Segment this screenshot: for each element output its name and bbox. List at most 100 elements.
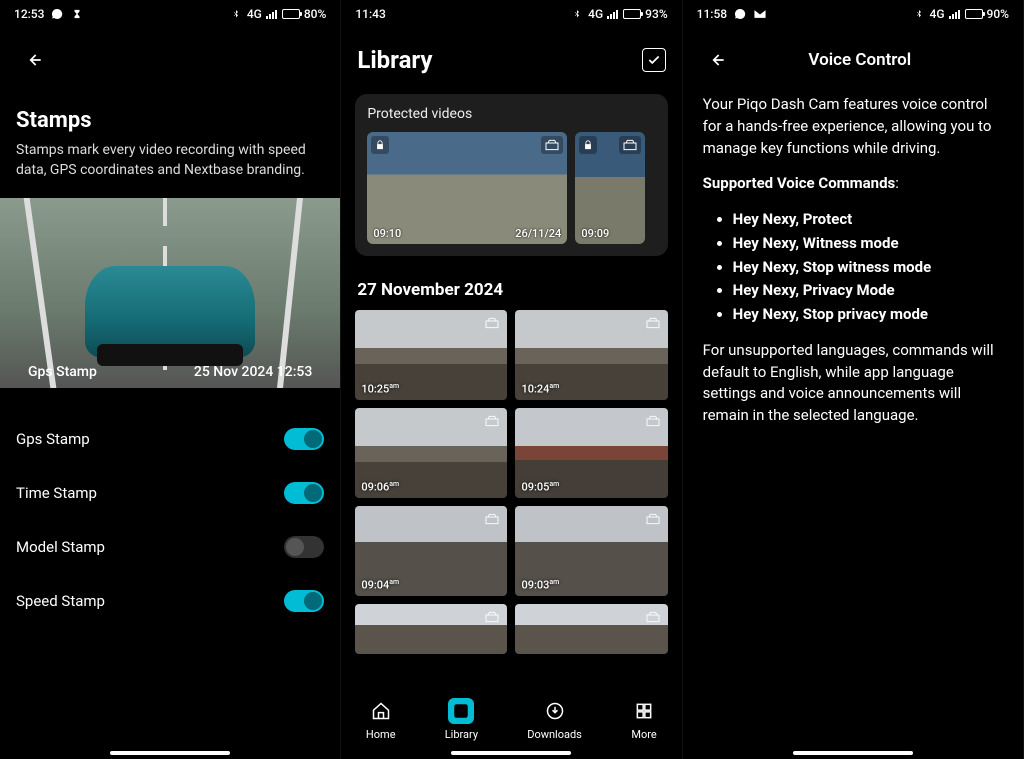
video-thumb[interactable]: 09:05am (515, 408, 667, 498)
home-indicator[interactable] (110, 751, 230, 755)
status-bar: 11:58 4G 90% (683, 0, 1023, 28)
voice-commands-list: Hey Nexy, Protect Hey Nexy, Witness mode… (703, 209, 1003, 326)
signal-icon (266, 9, 278, 19)
lock-icon (371, 136, 389, 154)
back-button[interactable] (16, 42, 52, 78)
toggle-speed-stamp[interactable] (284, 590, 324, 612)
tab-bar: Home Library Downloads More (341, 687, 681, 759)
dashcam-icon (541, 136, 563, 154)
battery-percent: 80% (304, 7, 326, 21)
video-thumb[interactable]: 10:25am (355, 310, 507, 400)
play-icon (448, 698, 474, 724)
screen-library: 11:43 4G 93% Library Protected videos (341, 0, 682, 759)
dashcam-icon (481, 412, 503, 430)
voice-command: Hey Nexy, Privacy Mode (733, 280, 1003, 302)
video-thumb[interactable]: 09:04am (355, 506, 507, 596)
arrow-back-icon (24, 50, 44, 70)
voice-body: Your Piqo Dash Cam features voice contro… (683, 86, 1023, 449)
dashcam-icon (481, 510, 503, 528)
signal-icon (607, 9, 619, 19)
hero-image: Gps Stamp 25 Nov 2024 12:53 (0, 198, 340, 388)
toggle-list: Gps Stamp Time Stamp Model Stamp Speed S… (16, 412, 324, 628)
section-date: 27 November 2024 (357, 280, 665, 300)
toggle-label: Time Stamp (16, 484, 97, 502)
video-thumb[interactable]: 09:06am (355, 408, 507, 498)
tab-downloads[interactable]: Downloads (527, 698, 582, 741)
bluetooth-icon (570, 7, 584, 21)
video-thumb[interactable]: 10:24am (515, 310, 667, 400)
protected-title: Protected videos (367, 106, 655, 122)
bluetooth-icon (229, 7, 243, 21)
voice-command: Hey Nexy, Stop privacy mode (733, 304, 1003, 326)
video-thumb[interactable] (515, 604, 667, 654)
checkmark-icon (647, 53, 661, 67)
toggle-label: Model Stamp (16, 538, 105, 556)
tab-label: Home (366, 728, 396, 741)
dashcam-icon (481, 314, 503, 332)
dashcam-icon (481, 608, 503, 626)
voice-intro: Your Piqo Dash Cam features voice contro… (703, 94, 1003, 159)
whatsapp-icon (733, 7, 747, 21)
dashcam-icon (642, 412, 664, 430)
tab-more[interactable]: More (631, 698, 657, 741)
dashcam-icon (642, 608, 664, 626)
voice-command: Hey Nexy, Stop witness mode (733, 257, 1003, 279)
home-indicator[interactable] (451, 751, 571, 755)
battery-percent: 93% (645, 7, 667, 21)
supported-label: Supported Voice Commands: (703, 173, 1003, 195)
protected-video-side[interactable]: 09:09 (575, 132, 645, 244)
tab-label: More (631, 728, 656, 741)
thumb-time: 09:09 (581, 227, 609, 240)
whatsapp-icon (50, 7, 64, 21)
tab-label: Library (445, 728, 478, 741)
thumb-date: 26/11/24 (515, 227, 561, 240)
hourglass-icon (70, 7, 84, 21)
toggle-label: Speed Stamp (16, 592, 105, 610)
voice-command: Hey Nexy, Witness mode (733, 233, 1003, 255)
dashcam-icon (642, 510, 664, 528)
select-button[interactable] (642, 48, 666, 72)
status-time: 12:53 (14, 7, 44, 21)
battery-icon (623, 9, 641, 19)
protected-video-main[interactable]: 09:10 26/11/24 (367, 132, 567, 244)
dashcam-icon (619, 136, 641, 154)
thumb-time: 09:05am (521, 480, 559, 494)
status-bar: 12:53 4G 80% (0, 0, 340, 28)
toggle-row-gps: Gps Stamp (16, 412, 324, 466)
tab-library[interactable]: Library (445, 698, 478, 741)
toggle-time-stamp[interactable] (284, 482, 324, 504)
toggle-model-stamp[interactable] (284, 536, 324, 558)
toggle-gps-stamp[interactable] (284, 428, 324, 450)
status-bar: 11:43 4G 93% (341, 0, 681, 28)
screen-stamps: 12:53 4G 80% Stamps Stamps mark every vi… (0, 0, 341, 759)
home-indicator[interactable] (793, 751, 913, 755)
car-illustration (85, 266, 255, 358)
signal-icon (949, 9, 961, 19)
library-header: Library (341, 28, 681, 84)
hero-stamp-right: 25 Nov 2024 12:53 (194, 364, 312, 380)
thumb-time: 10:24am (521, 382, 559, 396)
status-time: 11:43 (355, 7, 385, 21)
tab-label: Downloads (527, 728, 582, 741)
video-thumb[interactable] (355, 604, 507, 654)
thumb-time: 09:03am (521, 578, 559, 592)
more-icon (631, 698, 657, 724)
toggle-row-speed: Speed Stamp (16, 574, 324, 628)
network-label: 4G (930, 7, 945, 21)
thumb-time: 10:25am (361, 382, 399, 396)
download-icon (542, 698, 568, 724)
status-time: 11:58 (697, 7, 727, 21)
dashcam-icon (642, 314, 664, 332)
tab-home[interactable]: Home (366, 698, 396, 741)
voice-command: Hey Nexy, Protect (733, 209, 1003, 231)
toggle-row-model: Model Stamp (16, 520, 324, 574)
voice-footer: For unsupported languages, commands will… (703, 340, 1003, 427)
bluetooth-icon (912, 7, 926, 21)
lock-icon (579, 136, 597, 154)
video-thumb[interactable]: 09:03am (515, 506, 667, 596)
home-icon (368, 698, 394, 724)
video-grid: 10:25am 10:24am 09:06am 09:05am 09:04am … (341, 310, 681, 654)
battery-icon (965, 9, 983, 19)
page-title: Voice Control (713, 50, 1007, 70)
mail-icon (753, 7, 767, 21)
